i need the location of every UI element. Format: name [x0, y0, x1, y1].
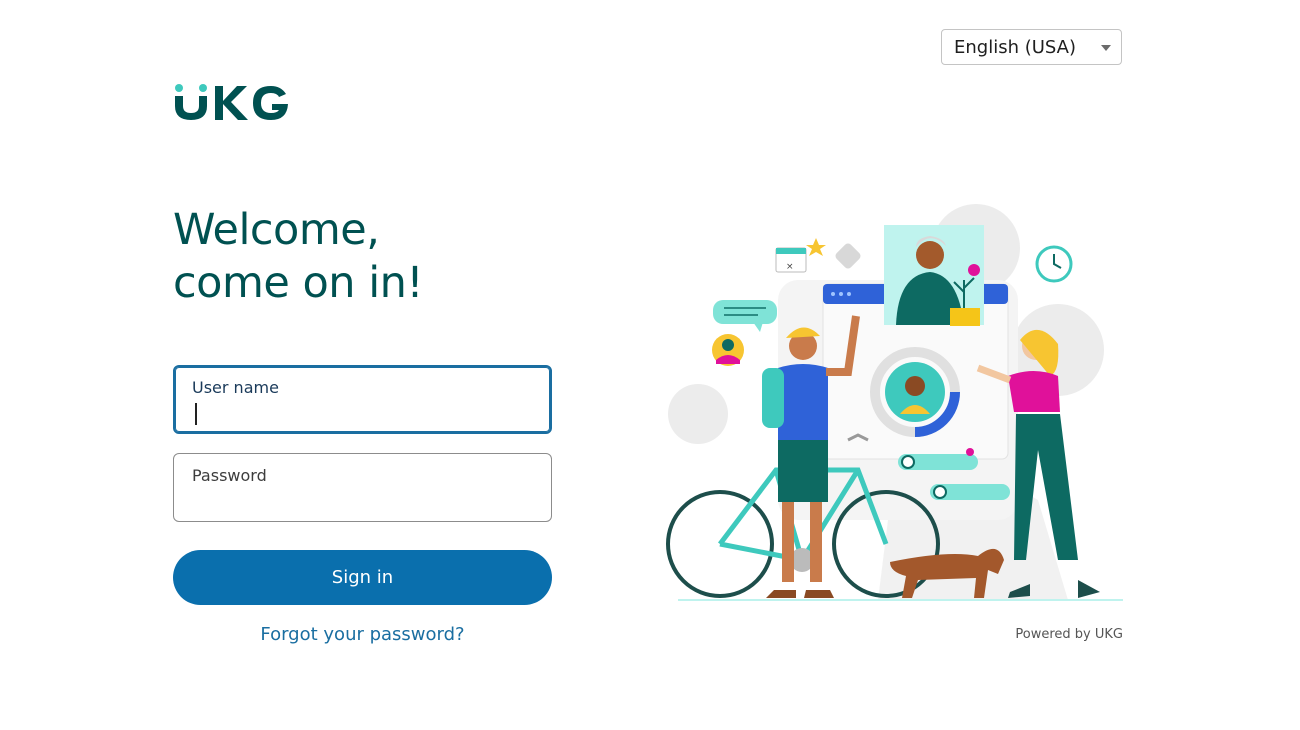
svg-text:×: × [786, 262, 794, 272]
password-input[interactable] [192, 489, 522, 513]
welcome-line-1: Welcome, [173, 205, 380, 255]
welcome-line-2: come on in! [173, 258, 424, 308]
password-field[interactable]: Password [173, 453, 552, 522]
ukg-logo [175, 84, 288, 120]
language-select[interactable]: English (USA) [941, 29, 1122, 65]
username-label: User name [192, 378, 279, 397]
forgot-password-link[interactable]: Forgot your password? [173, 624, 552, 645]
welcome-heading: Welcome, come on in! [173, 204, 424, 310]
sign-in-button[interactable]: Sign in [173, 550, 552, 605]
username-field[interactable]: User name [173, 365, 552, 434]
welcome-illustration: × [666, 204, 1123, 601]
password-label: Password [192, 466, 267, 485]
username-input[interactable] [193, 400, 523, 424]
powered-by-text: Powered by UKG [1015, 627, 1123, 642]
chevron-down-icon [1101, 45, 1111, 51]
language-select-value: English (USA) [954, 36, 1077, 58]
